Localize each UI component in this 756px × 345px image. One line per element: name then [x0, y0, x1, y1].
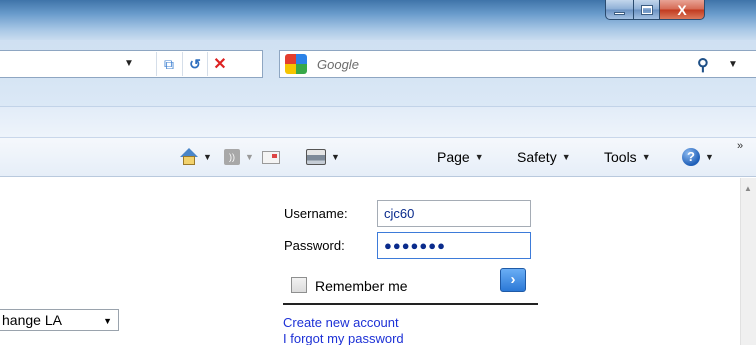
printer-icon [306, 149, 326, 165]
more-commands-icon[interactable]: » [737, 140, 743, 152]
username-label: Username: [284, 206, 348, 221]
scroll-up-icon[interactable]: ▲ [744, 184, 752, 193]
close-icon: X [677, 1, 687, 18]
google-logo-icon [285, 54, 307, 74]
favorites-bar [0, 106, 756, 137]
tools-menu-label: Tools [604, 149, 637, 165]
password-label: Password: [284, 238, 345, 253]
search-box[interactable]: Google ⚲ ▼ [279, 50, 756, 78]
command-bar: ▼ )) ▼ ▼ Page ▼ Safety ▼ Tools ▼ ? ▼ » [0, 137, 756, 177]
create-account-link[interactable]: Create new account [283, 315, 399, 330]
chevron-down-icon[interactable]: ▼ [203, 152, 212, 162]
chevron-down-icon: ▼ [103, 316, 112, 326]
username-field[interactable]: cjc60 [377, 200, 531, 227]
chevron-down-icon: ▼ [561, 152, 571, 162]
maximize-button[interactable] [633, 0, 660, 20]
home-button[interactable]: ▼ [180, 138, 212, 176]
navigation-bar: ▼ ⧉ ↺ ✕ Google ⚲ ▼ [0, 40, 756, 137]
page-content: hange LA ▼ Username: cjc60 Password: ●●●… [0, 178, 740, 345]
language-select-value: hange LA [2, 312, 62, 328]
print-button[interactable]: ▼ [306, 138, 340, 176]
help-icon: ? [682, 148, 700, 166]
search-providers-dropdown-icon[interactable]: ▼ [728, 59, 738, 70]
mail-icon [262, 150, 280, 164]
rss-feed-icon: )) [224, 149, 240, 165]
refresh-icon[interactable]: ↺ [182, 52, 207, 76]
compatibility-view-icon[interactable]: ⧉ [156, 52, 181, 76]
chevron-down-icon[interactable]: ▼ [245, 152, 254, 162]
minimize-button[interactable] [605, 0, 634, 20]
read-mail-button[interactable] [262, 138, 280, 176]
address-bar[interactable]: ▼ ⧉ ↺ ✕ [0, 50, 263, 78]
login-submit-button[interactable]: › [500, 268, 526, 292]
remember-me-label[interactable]: Remember me [315, 278, 408, 294]
safety-menu-label: Safety [517, 149, 557, 165]
safety-menu[interactable]: Safety ▼ [517, 138, 571, 176]
chevron-down-icon[interactable]: ▼ [124, 58, 134, 69]
password-field[interactable]: ●●●●●●● [377, 232, 531, 259]
title-bar: X [0, 0, 756, 40]
feeds-button[interactable]: )) ▼ [224, 138, 254, 176]
minimize-icon [614, 12, 625, 15]
vertical-scrollbar[interactable]: ▲ [740, 178, 756, 345]
language-select[interactable]: hange LA ▼ [0, 309, 119, 331]
page-menu-label: Page [437, 149, 470, 165]
remember-me-checkbox[interactable] [291, 277, 307, 293]
search-input[interactable]: Google [317, 57, 359, 72]
page-menu[interactable]: Page ▼ [437, 138, 484, 176]
forgot-password-link[interactable]: I forgot my password [283, 331, 404, 345]
divider [283, 303, 538, 305]
help-button[interactable]: ? ▼ [682, 138, 714, 176]
maximize-icon [640, 4, 653, 15]
chevron-down-icon: ▼ [641, 152, 651, 162]
chevron-down-icon: ▼ [474, 152, 484, 162]
close-button[interactable]: X [659, 0, 705, 20]
home-icon [180, 148, 198, 166]
stop-icon[interactable]: ✕ [207, 52, 232, 76]
chevron-down-icon[interactable]: ▼ [331, 152, 340, 162]
chevron-down-icon: ▼ [705, 152, 714, 162]
tools-menu[interactable]: Tools ▼ [604, 138, 651, 176]
search-icon[interactable]: ⚲ [697, 55, 709, 75]
